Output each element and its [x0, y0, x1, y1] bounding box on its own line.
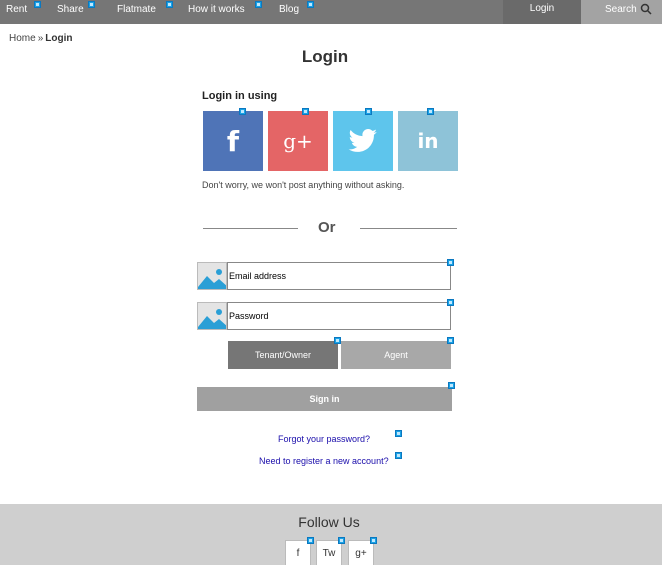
top-navbar: Rent Share Flatmate How it works Blog Lo…	[0, 0, 662, 24]
agent-button[interactable]: Agent	[341, 341, 451, 369]
marker-icon	[239, 108, 246, 115]
marker-icon	[365, 108, 372, 115]
page-title: Login	[301, 47, 349, 66]
image-placeholder-icon	[197, 302, 227, 330]
breadcrumb-separator: »	[37, 33, 44, 44]
social-login-heading: Login in using	[202, 90, 278, 102]
google-plus-icon: g+	[355, 548, 367, 559]
facebook-icon: f	[296, 548, 300, 559]
google-plus-login-button[interactable]: g+	[268, 111, 328, 171]
marker-icon	[447, 299, 454, 306]
twitter-login-button[interactable]	[333, 111, 393, 171]
agent-label: Agent	[384, 350, 408, 360]
marker-icon	[34, 1, 41, 8]
nav-search-button[interactable]: Search	[581, 0, 662, 24]
marker-icon	[334, 337, 341, 344]
marker-icon	[338, 537, 345, 544]
divider-line-left	[203, 228, 298, 229]
breadcrumb: Home» Login	[9, 33, 72, 44]
marker-icon	[447, 259, 454, 266]
facebook-icon: f	[226, 124, 240, 158]
marker-icon	[88, 1, 95, 8]
sign-in-button[interactable]: Sign in	[197, 387, 452, 411]
breadcrumb-home-link[interactable]: Home	[9, 33, 36, 44]
search-icon	[640, 3, 652, 15]
marker-icon	[395, 430, 402, 437]
google-plus-icon: g+	[283, 129, 313, 153]
divider-line-right	[360, 228, 457, 229]
marker-icon	[448, 382, 455, 389]
marker-icon	[166, 1, 173, 8]
or-divider-label: Or	[318, 219, 336, 236]
nav-blog-link[interactable]: Blog	[279, 4, 299, 15]
marker-icon	[307, 537, 314, 544]
twitter-icon	[348, 129, 377, 152]
forgot-password-link[interactable]: Forgot your password?	[278, 434, 370, 444]
linkedin-login-button[interactable]: in	[398, 111, 458, 171]
marker-icon	[307, 1, 314, 8]
password-field[interactable]	[227, 302, 451, 330]
image-placeholder-icon	[197, 262, 227, 290]
marker-icon	[255, 1, 262, 8]
nav-rent-link[interactable]: Rent	[6, 4, 27, 15]
marker-icon	[370, 537, 377, 544]
footer: Follow Us f Tw g+	[0, 504, 662, 565]
marker-icon	[447, 337, 454, 344]
nav-login-button[interactable]: Login	[503, 0, 581, 24]
nav-search-label: Search	[605, 4, 637, 15]
nav-share-link[interactable]: Share	[57, 4, 84, 15]
nav-flatmate-link[interactable]: Flatmate	[117, 4, 156, 15]
follow-us-title: Follow Us	[298, 514, 360, 530]
nav-login-label: Login	[529, 3, 555, 14]
nav-how-it-works-link[interactable]: How it works	[188, 4, 245, 15]
email-field[interactable]	[227, 262, 451, 290]
social-login-note: Don't worry, we won't post anything with…	[202, 180, 405, 190]
linkedin-icon: in	[417, 129, 439, 153]
marker-icon	[302, 108, 309, 115]
marker-icon	[395, 452, 402, 459]
tenant-owner-button[interactable]: Tenant/Owner	[228, 341, 338, 369]
marker-icon	[427, 108, 434, 115]
register-account-link[interactable]: Need to register a new account?	[259, 456, 389, 466]
twitter-icon: Tw	[322, 548, 336, 559]
facebook-login-button[interactable]: f	[203, 111, 263, 171]
tenant-owner-label: Tenant/Owner	[254, 350, 312, 360]
breadcrumb-current: Login	[45, 33, 73, 44]
sign-in-label: Sign in	[309, 394, 340, 404]
